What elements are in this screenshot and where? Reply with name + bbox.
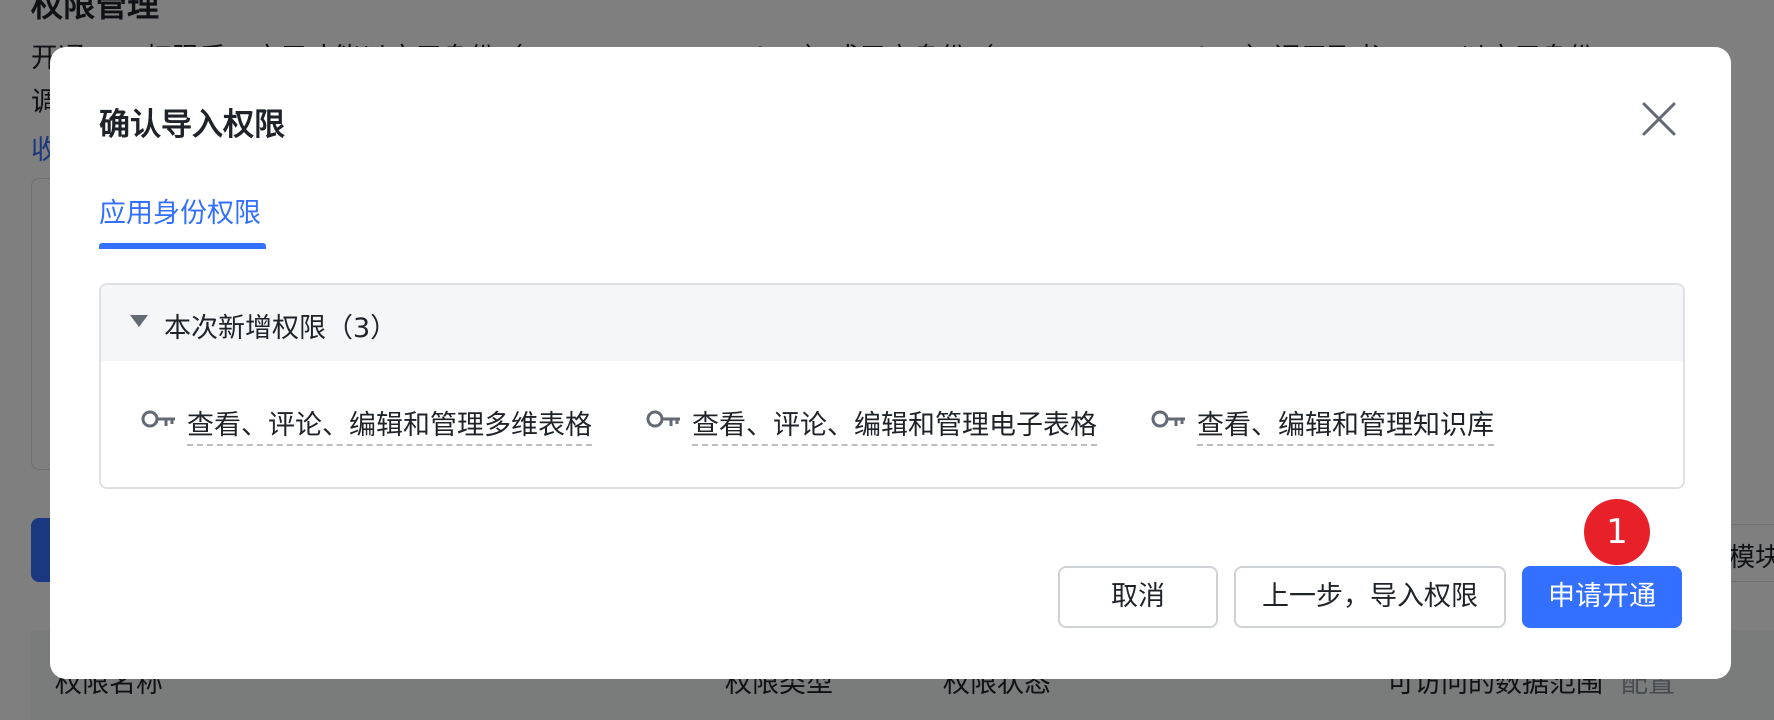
- tab-label: 应用身份权限: [99, 198, 261, 229]
- permission-label[interactable]: 查看、编辑和管理知识库: [1197, 403, 1494, 446]
- key-icon: [1151, 410, 1185, 428]
- step-number-badge: 1: [1584, 499, 1650, 565]
- key-icon: [141, 410, 175, 428]
- new-permissions-panel: 本次新增权限（3） 查看、评论、编辑和管理多维表格 查看、评论、编辑和管理电子表…: [99, 283, 1685, 489]
- key-icon: [646, 410, 680, 428]
- permission-list: 查看、评论、编辑和管理多维表格 查看、评论、编辑和管理电子表格 查看、编辑和管理…: [101, 361, 1683, 487]
- dialog-title: 确认导入权限: [99, 107, 285, 143]
- permission-label[interactable]: 查看、评论、编辑和管理多维表格: [187, 403, 592, 446]
- panel-header[interactable]: 本次新增权限（3）: [101, 285, 1683, 361]
- panel-title: 本次新增权限（3）: [164, 313, 398, 344]
- confirm-import-dialog: 确认导入权限 应用身份权限 本次新增权限（3） 查看、评论、编辑和管理多维表格: [50, 47, 1731, 679]
- caret-down-icon: [130, 315, 148, 327]
- cancel-button[interactable]: 取消: [1058, 566, 1218, 628]
- tab-active-indicator: [99, 243, 266, 249]
- close-icon[interactable]: [1641, 101, 1677, 137]
- previous-step-button[interactable]: 上一步，导入权限: [1234, 566, 1506, 628]
- apply-button[interactable]: 申请开通: [1522, 566, 1682, 628]
- permission-label[interactable]: 查看、评论、编辑和管理电子表格: [692, 403, 1097, 446]
